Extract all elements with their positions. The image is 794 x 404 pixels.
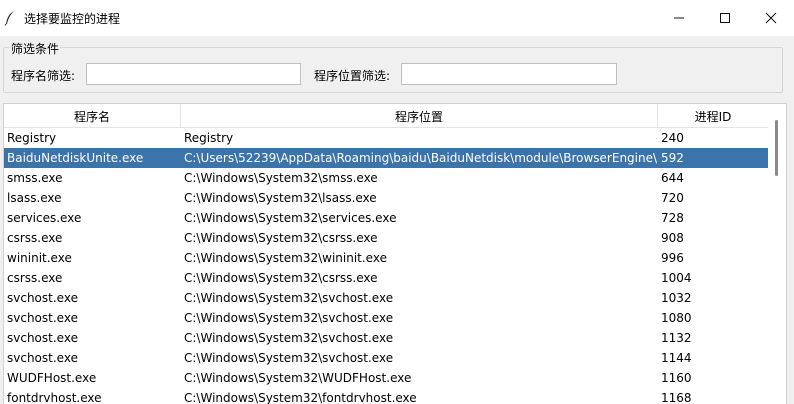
maximize-button[interactable] [702,0,748,36]
table-row[interactable]: BaiduNetdiskUnite.exe C:\Users\52239\AppD… [4,148,768,168]
table-row[interactable]: wininit.exe C:\Windows\System32\wininit.e… [4,248,768,268]
process-id-cell: 592 [661,151,684,165]
process-id-cell: 644 [661,171,684,185]
process-path-cell: C:\Windows\System32\wininit.exe [184,251,387,265]
minimize-button[interactable] [656,0,702,36]
process-path-cell: C:\Windows\System32\smss.exe [184,171,378,185]
maximize-icon [720,13,730,23]
process-path-cell: C:\Windows\System32\WUDFHost.exe [184,371,412,385]
table-row[interactable]: svchost.exe C:\Windows\System32\svchost.e… [4,348,768,368]
process-id-cell: 1132 [661,331,692,345]
process-id-cell: 908 [661,231,684,245]
name-filter-input[interactable] [86,63,301,85]
table-row[interactable]: Registry Registry 240 [4,128,768,148]
process-name-cell: services.exe [7,211,82,225]
process-id-cell: 1160 [661,371,692,385]
column-header-name[interactable]: 程序名 [4,104,181,128]
process-path-cell: C:\Windows\System32\svchost.exe [184,351,394,365]
process-path-cell: Registry [184,131,234,145]
process-id-cell: 1032 [661,291,692,305]
path-filter-input[interactable] [401,63,617,85]
table-row[interactable]: smss.exe C:\Windows\System32\smss.exe 644 [4,168,768,188]
path-filter-label: 程序位置筛选: [314,69,391,83]
name-filter-label: 程序名筛选: [11,69,76,83]
table-row[interactable]: WUDFHost.exe C:\Windows\System32\WUDFHost… [4,368,768,388]
process-name-cell: fontdrvhost.exe [7,391,102,404]
process-name-cell: svchost.exe [7,331,78,345]
process-id-cell: 1144 [661,351,692,365]
process-path-cell: C:\Windows\System32\svchost.exe [184,331,394,345]
process-name-cell: WUDFHost.exe [7,371,97,385]
table-row[interactable]: lsass.exe C:\Windows\System32\lsass.exe 72… [4,188,768,208]
process-path-cell: C:\Windows\System32\csrss.exe [184,231,378,245]
process-id-cell: 720 [661,191,684,205]
process-name-cell: csrss.exe [7,271,63,285]
process-name-cell: lsass.exe [7,191,62,205]
filter-group-legend: 筛选条件 [10,40,61,57]
table-row[interactable]: services.exe C:\Windows\System32\services… [4,208,768,228]
table-row[interactable]: svchost.exe C:\Windows\System32\svchost.e… [4,288,768,308]
table-row[interactable]: svchost.exe C:\Windows\System32\svchost.e… [4,328,768,348]
process-name-cell: wininit.exe [7,251,72,265]
process-name-cell: csrss.exe [7,231,63,245]
minimize-icon [674,17,684,19]
table-row[interactable]: csrss.exe C:\Windows\System32\csrss.exe 90… [4,228,768,248]
table-row[interactable]: fontdrvhost.exe C:\Windows\System32\fontd… [4,388,768,404]
window-controls [656,0,794,36]
close-button[interactable] [748,0,794,36]
title-bar[interactable]: 选择要监控的进程 [0,0,794,36]
process-name-cell: svchost.exe [7,291,78,305]
table-row[interactable]: csrss.exe C:\Windows\System32\csrss.exe 10… [4,268,768,288]
table-header: 程序名 程序位置 进程ID [4,104,768,128]
window-title: 选择要监控的进程 [24,11,121,26]
process-name-cell: svchost.exe [7,311,78,325]
process-name-cell: smss.exe [7,171,63,185]
process-id-cell: 728 [661,211,684,225]
process-path-cell: C:\Windows\System32\csrss.exe [184,271,378,285]
process-id-cell: 1080 [661,311,692,325]
table-row[interactable]: svchost.exe C:\Windows\System32\svchost.e… [4,308,768,328]
feather-icon [3,10,17,26]
process-path-cell: C:\Windows\System32\svchost.exe [184,311,394,325]
process-path-cell: C:\Users\52239\AppData\Roaming\baidu\Bai… [184,151,658,165]
column-header-pid[interactable]: 进程ID [658,104,768,128]
process-id-cell: 1168 [661,391,692,404]
process-picker-window: 选择要监控的进程 筛选条件 程序名筛选: 程序位置筛选: 程序名 程序位置 进程… [0,0,794,404]
process-path-cell: C:\Windows\System32\lsass.exe [184,191,377,205]
close-icon [765,12,777,24]
vertical-scrollbar[interactable] [768,104,786,404]
process-name-cell: svchost.exe [7,351,78,365]
scrollbar-thumb[interactable] [775,120,778,176]
process-id-cell: 1004 [661,271,692,285]
column-header-path[interactable]: 程序位置 [181,104,658,128]
process-path-cell: C:\Windows\System32\fontdrvhost.exe [184,391,417,404]
process-path-cell: C:\Windows\System32\svchost.exe [184,291,394,305]
process-path-cell: C:\Windows\System32\services.exe [184,211,397,225]
process-id-cell: 996 [661,251,684,265]
process-list[interactable]: 程序名 程序位置 进程ID Registry Registry 240 BaiduNe… [3,103,787,404]
table-body: Registry Registry 240 BaiduNetdiskUnite.exe… [4,128,768,404]
process-name-cell: BaiduNetdiskUnite.exe [7,151,144,165]
process-id-cell: 240 [661,131,684,145]
process-name-cell: Registry [7,131,57,145]
